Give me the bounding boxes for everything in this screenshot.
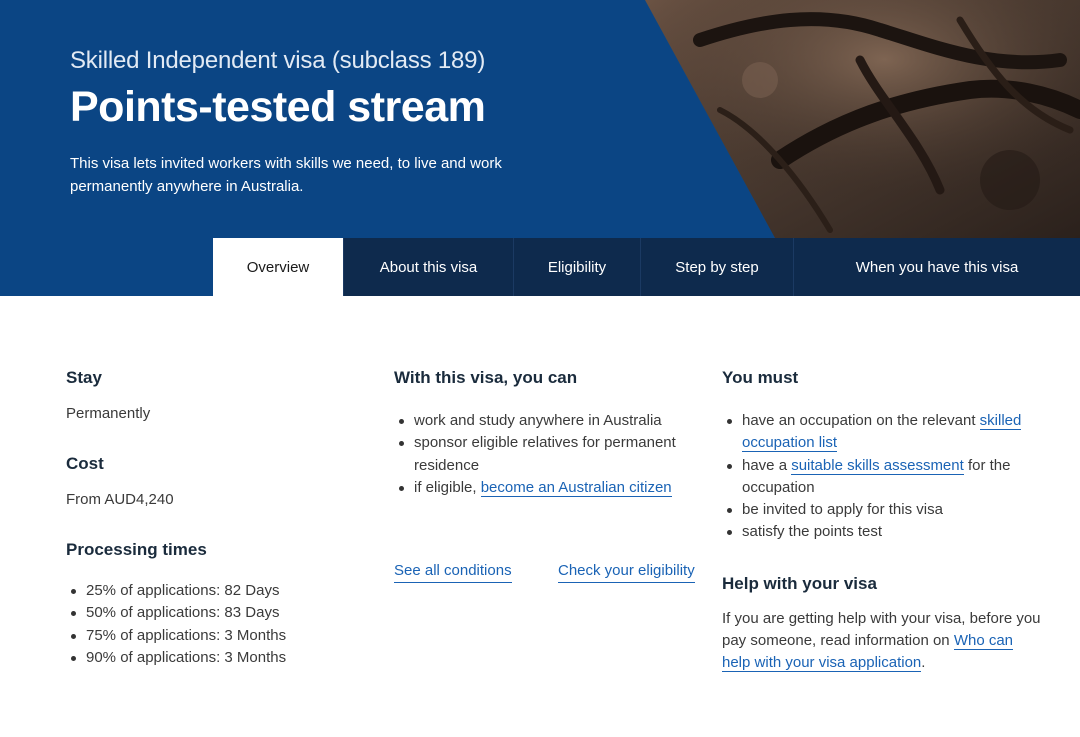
tab-about-this-visa[interactable]: About this visa [343, 238, 513, 296]
tab-bar: Overview About this visa Eligibility Ste… [213, 238, 1080, 296]
skills-assessment-link[interactable]: suitable skills assessment [791, 456, 964, 475]
hero-text: Skilled Independent visa (subclass 189) … [70, 44, 630, 198]
with-this-visa-column: With this visa, you can work and study a… [394, 366, 704, 499]
page-subtitle: Skilled Independent visa (subclass 189) [70, 47, 486, 74]
list-item: 25% of applications: 82 Days [66, 580, 356, 602]
help-text: If you are getting help with your visa, … [722, 608, 1042, 675]
cost-heading: Cost [66, 454, 104, 473]
tab-overview[interactable]: Overview [213, 238, 343, 296]
list-item: have a suitable skills assessment for th… [722, 455, 1042, 500]
visa-facts-column: Stay Permanently Cost From AUD4,240 Proc… [66, 366, 356, 669]
list-item-text: if eligible, [414, 478, 481, 496]
tab-step-by-step[interactable]: Step by step [640, 238, 793, 296]
see-all-conditions-link[interactable]: See all conditions [394, 560, 512, 583]
list-item: if eligible, become an Australian citize… [394, 477, 704, 499]
tab-when-you-have-this-visa[interactable]: When you have this visa [793, 238, 1080, 296]
with-visa-list: work and study anywhere in Australia spo… [394, 410, 704, 499]
list-item-text: have an occupation on the relevant [742, 412, 980, 429]
hero-description: This visa lets invited workers with skil… [70, 155, 502, 195]
stay-heading: Stay [66, 368, 102, 387]
list-item-text: have a [742, 456, 792, 474]
list-item: 50% of applications: 83 Days [66, 602, 356, 624]
list-item: have an occupation on the relevant skill… [722, 410, 1042, 455]
list-item: be invited to apply for this visa [722, 499, 1042, 521]
stay-value: Permanently [66, 405, 151, 422]
you-must-list: have an occupation on the relevant skill… [722, 410, 1042, 544]
list-item: satisfy the points test [722, 521, 1042, 543]
list-item: sponsor eligible relatives for permanent… [394, 432, 704, 477]
list-item: work and study anywhere in Australia [394, 410, 704, 432]
list-item: 90% of applications: 3 Months [66, 647, 356, 669]
processing-list: 25% of applications: 82 Days 50% of appl… [66, 580, 356, 669]
cost-value: From AUD4,240 [66, 491, 174, 508]
list-item: 75% of applications: 3 Months [66, 625, 356, 647]
you-must-heading: You must [722, 368, 799, 387]
become-citizen-link[interactable]: become an Australian citizen [480, 478, 672, 497]
help-text-end: . [921, 654, 926, 672]
you-must-column: You must have an occupation on the relev… [722, 366, 1042, 675]
processing-heading: Processing times [66, 540, 207, 559]
page-title: Points-tested stream [70, 83, 486, 131]
check-eligibility-link[interactable]: Check your eligibility [558, 560, 695, 583]
tab-eligibility[interactable]: Eligibility [513, 238, 640, 296]
help-heading: Help with your visa [722, 573, 877, 593]
with-visa-heading: With this visa, you can [394, 368, 578, 387]
